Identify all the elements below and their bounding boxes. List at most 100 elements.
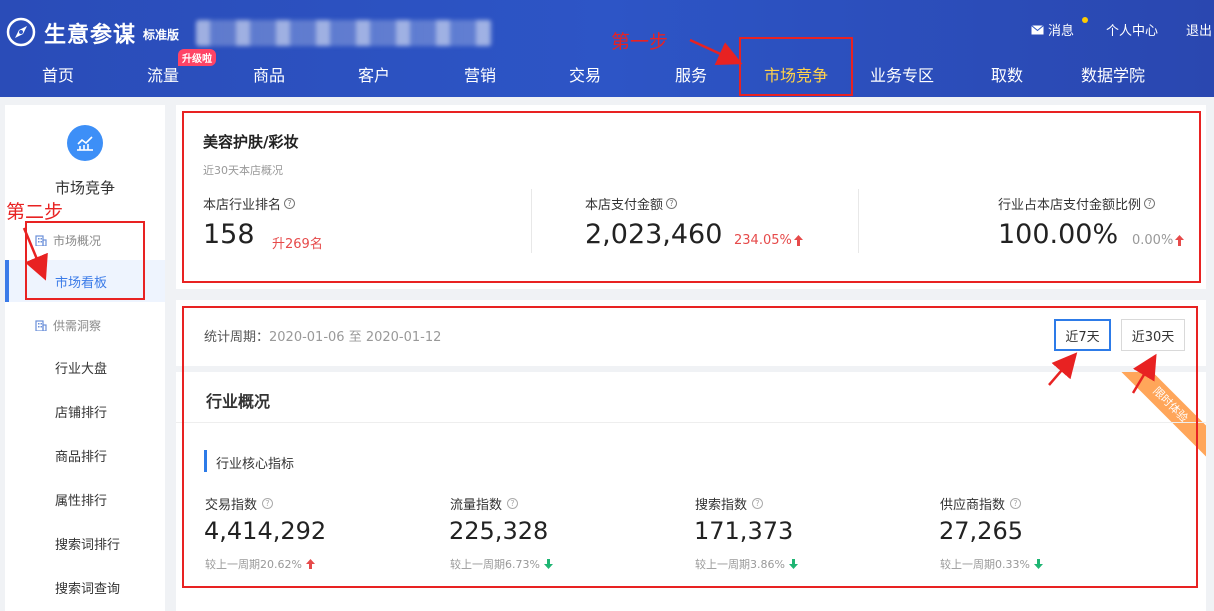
kpi-label-share: 行业占本店支付金额比例 ?: [998, 194, 1156, 213]
help-icon[interactable]: ?: [1010, 498, 1022, 509]
top-links: 消息 个人中心 退出: [1031, 17, 1214, 39]
help-icon[interactable]: ?: [666, 198, 678, 209]
kpi-change-text: 0.00%: [1132, 233, 1174, 248]
kpi-label-payment: 本店支付金额 ?: [585, 194, 678, 213]
kpi-divider: [531, 189, 532, 253]
metric-label-traffic: 流量指数 ?: [450, 494, 519, 513]
arrow-up-icon: [793, 235, 803, 246]
metric-label-trade: 交易指数 ?: [205, 494, 274, 513]
overview-subtitle: 近30天本店概况: [203, 164, 283, 177]
edition-label: 标准版: [143, 28, 180, 42]
help-icon[interactable]: ?: [284, 198, 296, 209]
help-icon[interactable]: ?: [262, 498, 274, 509]
metric-change-text: 较上一周期0.33%: [940, 558, 1030, 571]
mail-icon: [1031, 24, 1044, 34]
sidebar-group-label: 供需洞察: [53, 319, 102, 333]
top-header: 生意参谋 标准版 消息 个人中心 退出 首页 流量 商品 客户 营销 交易 服务…: [0, 0, 1214, 97]
industry-title: 行业概况: [206, 392, 271, 411]
market-chart-icon: [67, 125, 103, 161]
sidebar-item-search-term-ranking[interactable]: 搜索词排行: [55, 534, 120, 553]
nav-marketing[interactable]: 营销: [464, 62, 496, 86]
nav-trade[interactable]: 交易: [569, 62, 601, 86]
sidebar: 市场竞争 市场概况 市场看板 供需洞察 行业大盘 店铺排行 商品排行 属性排行 …: [5, 105, 165, 611]
metric-label-search: 搜索指数 ?: [695, 494, 764, 513]
metric-change-text: 较上一周期20.62%: [205, 558, 302, 571]
kpi-label-text: 行业占本店支付金额比例: [998, 198, 1142, 213]
period-label: 统计周期：: [204, 330, 270, 345]
metric-label-text: 搜索指数: [695, 498, 748, 513]
stat-period: 统计周期：2020-01-06 至 2020-01-12: [204, 326, 441, 345]
core-metrics-title: 行业核心指标: [216, 457, 295, 472]
nav-data-fetch[interactable]: 取数: [991, 62, 1023, 86]
period-value: 2020-01-06 至 2020-01-12: [269, 330, 442, 345]
kpi-change-text: 234.05%: [734, 233, 792, 248]
arrow-up-icon: [1175, 235, 1185, 246]
metric-change-traffic: 较上一周期6.73%: [450, 556, 553, 572]
metric-change-text: 较上一周期3.86%: [695, 558, 785, 571]
metric-value-search: 171,373: [694, 517, 794, 545]
compass-logo-icon[interactable]: [6, 17, 36, 47]
metric-label-text: 流量指数: [450, 498, 503, 513]
industry-overview-card: 限时体验 行业概况 行业核心指标 交易指数 ? 4,414,292 较上一周期2…: [176, 372, 1206, 611]
metric-change-trade: 较上一周期20.62%: [205, 556, 315, 572]
sidebar-item-attribute-ranking[interactable]: 属性排行: [55, 490, 107, 509]
kpi-label-text: 本店行业排名: [203, 198, 282, 213]
building-icon: [35, 235, 47, 246]
annotation-step-2: 第二步: [6, 201, 64, 223]
limited-trial-ribbon: 限时体验: [1112, 372, 1206, 463]
nav-service[interactable]: 服务: [675, 62, 707, 86]
nav-market-competition[interactable]: 市场竞争: [764, 62, 828, 86]
last-7-days-button[interactable]: 近7天: [1054, 319, 1111, 351]
section-divider: [176, 422, 1206, 423]
arrow-up-icon: [305, 559, 315, 569]
message-label: 消息: [1047, 24, 1074, 39]
sidebar-group-market-overview[interactable]: 市场概况: [35, 232, 101, 249]
sidebar-item-market-board[interactable]: 市场看板: [55, 272, 107, 291]
nav-data-academy[interactable]: 数据学院: [1081, 62, 1145, 86]
arrow-down-icon: [788, 559, 798, 569]
annotation-step-1: 第一步: [611, 31, 669, 53]
metric-value-trade: 4,414,292: [204, 517, 327, 545]
category-title: 美容护肤/彩妆: [203, 133, 299, 151]
help-icon[interactable]: ?: [1144, 198, 1156, 209]
sidebar-item-product-ranking[interactable]: 商品排行: [55, 446, 107, 465]
kpi-change-rank: 升269名: [272, 237, 323, 252]
metric-value-supplier: 27,265: [939, 517, 1023, 545]
kpi-value-rank: 158: [203, 219, 255, 250]
help-icon[interactable]: ?: [507, 498, 519, 509]
period-bar: 统计周期：2020-01-06 至 2020-01-12 近7天 近30天: [176, 300, 1206, 366]
sidebar-title: 市场竞争: [54, 179, 115, 197]
kpi-change-share: 0.00%: [1132, 233, 1185, 248]
brand-name[interactable]: 生意参谋: [44, 17, 136, 49]
help-icon[interactable]: ?: [752, 498, 764, 509]
sidebar-item-search-term-query[interactable]: 搜索词查询: [55, 578, 120, 597]
nav-business-zone[interactable]: 业务专区: [870, 62, 934, 86]
nav-home[interactable]: 首页: [42, 62, 74, 86]
nav-traffic[interactable]: 流量: [147, 62, 179, 86]
metric-change-search: 较上一周期3.86%: [695, 556, 798, 572]
message-link[interactable]: 消息: [1031, 17, 1088, 39]
metric-label-text: 供应商指数: [940, 498, 1006, 513]
nav-customers[interactable]: 客户: [358, 62, 390, 86]
user-center-link[interactable]: 个人中心: [1106, 20, 1158, 39]
kpi-value-payment: 2,023,460: [585, 219, 723, 250]
kpi-label-text: 本店支付金额: [585, 198, 664, 213]
arrow-down-icon: [1033, 559, 1043, 569]
metric-label-supplier: 供应商指数 ?: [940, 494, 1022, 513]
metric-change-supplier: 较上一周期0.33%: [940, 556, 1043, 572]
kpi-change-payment: 234.05%: [734, 233, 803, 248]
sidebar-group-supply-demand[interactable]: 供需洞察: [35, 317, 101, 334]
metric-value-traffic: 225,328: [449, 517, 549, 545]
kpi-label-rank: 本店行业排名 ?: [203, 194, 296, 213]
sidebar-item-industry-overview[interactable]: 行业大盘: [55, 358, 107, 377]
nav-products[interactable]: 商品: [253, 62, 285, 86]
sidebar-group-label: 市场概况: [53, 234, 102, 248]
arrow-down-icon: [543, 559, 553, 569]
last-30-days-button[interactable]: 近30天: [1121, 319, 1185, 351]
store-name-blurred: [196, 20, 492, 46]
sidebar-item-shop-ranking[interactable]: 店铺排行: [55, 402, 107, 421]
logout-link[interactable]: 退出: [1186, 20, 1214, 39]
store-overview-card: 美容护肤/彩妆 近30天本店概况 本店行业排名 ? 158 升269名 本店支付…: [176, 105, 1206, 289]
metric-change-text: 较上一周期6.73%: [450, 558, 540, 571]
sidebar-active-indicator: [5, 260, 9, 302]
